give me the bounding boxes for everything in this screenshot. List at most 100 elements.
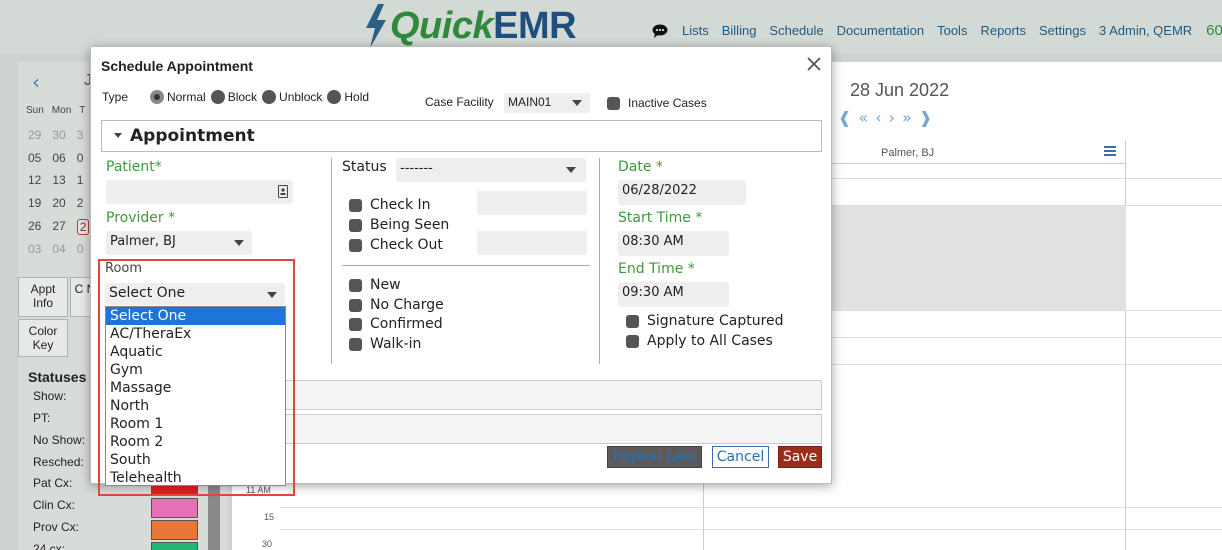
calendar-day[interactable]: 06 <box>52 151 65 165</box>
calendar-day[interactable]: 12 <box>28 173 41 187</box>
calendar-day[interactable]: 30 <box>52 128 65 142</box>
cancel-button[interactable]: Cancel <box>712 446 769 468</box>
check-in-checkbox[interactable]: Check In <box>349 197 431 213</box>
rewind-icon[interactable]: « <box>858 108 875 127</box>
room-label: Room <box>105 261 143 276</box>
calendar-day[interactable]: 03 <box>28 242 41 256</box>
date-input[interactable]: 06/28/2022 <box>618 180 746 205</box>
nav-tools[interactable]: Tools <box>937 23 967 38</box>
calendar-day[interactable]: 3 <box>77 128 84 142</box>
save-button[interactable]: Save <box>778 446 822 468</box>
column-menu-icon[interactable] <box>1104 146 1116 156</box>
next-icon[interactable]: › <box>889 108 902 127</box>
calendar-day[interactable]: 0 <box>77 242 84 256</box>
calendar-day[interactable]: 19 <box>28 196 41 210</box>
calendar-day[interactable]: 05 <box>28 151 41 165</box>
checkbox-label: New <box>370 277 401 293</box>
room-option[interactable]: AC/TheraEx <box>106 325 285 343</box>
room-option[interactable]: North <box>106 397 285 415</box>
checkbox-icon <box>349 238 362 252</box>
being-seen-checkbox[interactable]: Being Seen <box>349 217 449 233</box>
last-icon[interactable]: ❱ <box>919 108 939 127</box>
nav-schedule[interactable]: Schedule <box>769 23 823 38</box>
repeat-last-button[interactable]: Repeat Last <box>607 446 702 468</box>
start-time-input[interactable]: 08:30 AM <box>618 231 729 256</box>
checkbox-icon <box>349 278 362 292</box>
prev-icon[interactable]: ‹ <box>875 108 888 127</box>
room-select[interactable]: Select One <box>105 283 285 305</box>
calendar-day[interactable]: 26 <box>28 219 41 235</box>
chat-icon[interactable] <box>652 24 668 38</box>
calendar-day[interactable]: 2 <box>77 196 84 210</box>
appointment-section-header[interactable]: Appointment <box>101 120 822 152</box>
nav-lists[interactable]: Lists <box>682 23 709 38</box>
check-out-time-input[interactable] <box>477 231 587 255</box>
confirmed-checkbox[interactable]: Confirmed <box>349 316 443 332</box>
end-time-input[interactable]: 09:30 AM <box>618 282 729 307</box>
status-color-swatch[interactable] <box>151 542 198 550</box>
close-icon[interactable] <box>805 55 823 73</box>
nav-settings[interactable]: Settings <box>1039 23 1086 38</box>
inactive-cases-checkbox[interactable]: Inactive Cases <box>607 96 707 110</box>
new-checkbox[interactable]: New <box>349 277 401 293</box>
fast-forward-icon[interactable]: » <box>902 108 919 127</box>
notification-count[interactable]: 60 <box>1206 22 1222 39</box>
collapsed-section[interactable] <box>285 414 822 444</box>
nav-documentation[interactable]: Documentation <box>837 23 924 38</box>
signature-captured-checkbox[interactable]: Signature Captured <box>626 313 784 329</box>
mini-calendar-weekdays: Sun Mon T <box>26 105 85 116</box>
chevron-left-icon[interactable]: ‹ <box>32 70 40 94</box>
status-label: No Show: <box>33 433 86 447</box>
no-charge-checkbox[interactable]: No Charge <box>349 297 444 313</box>
tab-appt-info[interactable]: Appt Info <box>18 277 68 317</box>
patient-input[interactable] <box>106 180 293 204</box>
case-facility-select[interactable]: MAIN01 <box>504 93 590 113</box>
type-radio-normal[interactable]: Normal <box>150 90 206 104</box>
calendar-day[interactable]: 29 <box>28 128 41 142</box>
chevron-down-icon <box>234 240 244 246</box>
room-option[interactable]: Telehealth <box>106 469 285 487</box>
checkbox-icon <box>349 317 362 331</box>
calendar-day[interactable]: 27 <box>52 219 65 235</box>
tab-color-key[interactable]: Color Key <box>18 319 68 357</box>
first-icon[interactable]: ❰ <box>838 108 858 127</box>
time-label: 15 <box>264 512 275 522</box>
quickemr-logo[interactable]: Quick EMR <box>362 4 577 48</box>
appointment-block[interactable] <box>832 206 1126 310</box>
mini-calendar-week: 26 27 2 <box>28 219 90 235</box>
check-in-time-input[interactable] <box>477 191 587 215</box>
nav-reports[interactable]: Reports <box>980 23 1026 38</box>
calendar-day[interactable]: 13 <box>52 173 65 187</box>
type-radio-unblock[interactable]: Unblock <box>262 90 322 104</box>
calendar-day[interactable]: 0 <box>77 151 84 165</box>
walk-in-checkbox[interactable]: Walk-in <box>349 336 421 352</box>
room-option[interactable]: Massage <box>106 379 285 397</box>
collapsed-section[interactable] <box>285 380 822 410</box>
apply-all-cases-checkbox[interactable]: Apply to All Cases <box>626 333 773 349</box>
type-radio-block[interactable]: Block <box>210 90 257 104</box>
room-option[interactable]: Aquatic <box>106 343 285 361</box>
room-option[interactable]: South <box>106 451 285 469</box>
checkbox-label: Check In <box>370 197 431 213</box>
lightning-bolt-icon <box>366 4 386 48</box>
room-option[interactable]: Gym <box>106 361 285 379</box>
calendar-day-today[interactable]: 2 <box>76 219 90 235</box>
status-color-swatch[interactable] <box>151 520 198 540</box>
status-select[interactable]: ------- <box>396 158 586 182</box>
room-option[interactable]: Select One <box>106 307 285 325</box>
calendar-day[interactable]: 20 <box>52 196 65 210</box>
nav-user-menu[interactable]: 3 Admin, QEMR <box>1099 23 1192 38</box>
check-out-checkbox[interactable]: Check Out <box>349 237 443 253</box>
room-option[interactable]: Room 2 <box>106 433 285 451</box>
logo-quick-text: Quick <box>390 4 494 47</box>
patient-lookup-icon[interactable] <box>278 185 288 198</box>
calendar-day[interactable]: 1 <box>77 173 84 187</box>
calendar-day[interactable]: 04 <box>52 242 65 256</box>
room-option[interactable]: Room 1 <box>106 415 285 433</box>
type-radio-hold[interactable]: Hold <box>327 90 369 104</box>
nav-billing[interactable]: Billing <box>722 23 757 38</box>
provider-select[interactable]: Palmer, BJ <box>106 231 252 255</box>
status-color-swatch[interactable] <box>151 498 198 518</box>
provider-label: Provider * <box>106 210 176 226</box>
case-facility-value: MAIN01 <box>508 95 552 109</box>
